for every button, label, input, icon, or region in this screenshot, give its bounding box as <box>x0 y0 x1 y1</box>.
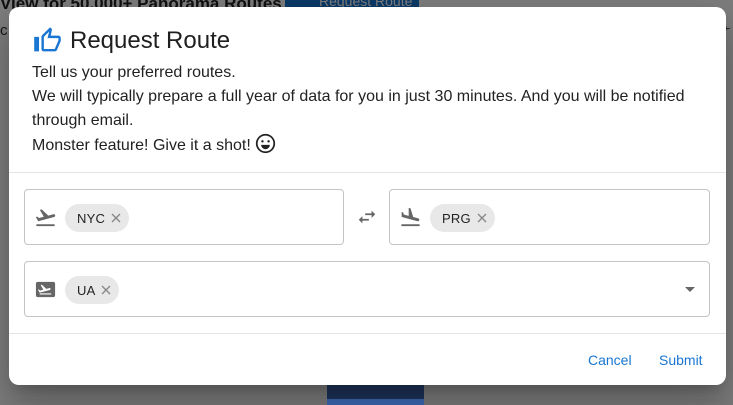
submit-button[interactable]: Submit <box>653 346 709 374</box>
dropdown-arrow-icon[interactable] <box>685 287 695 292</box>
dialog-title: Request Route <box>70 26 231 54</box>
airline-select-field[interactable]: UA <box>24 261 710 317</box>
footer-divider <box>9 333 726 334</box>
chip-remove-icon[interactable] <box>101 285 111 295</box>
request-route-dialog: Request Route Tell us your preferred rou… <box>9 7 726 385</box>
description-line-text: Monster feature! Give it a shot! <box>32 137 251 154</box>
origin-airport-field[interactable]: NYC <box>24 189 344 245</box>
header-divider <box>9 172 726 173</box>
origin-chip: NYC <box>65 204 130 232</box>
chip-remove-icon[interactable] <box>111 213 121 223</box>
destination-chip: PRG <box>430 204 495 232</box>
description-line: Monster feature! Give it a shot! <box>32 133 712 158</box>
chip-remove-icon[interactable] <box>477 213 487 223</box>
destination-airport-field[interactable]: PRG <box>389 189 710 245</box>
destination-chip-label: PRG <box>442 210 471 226</box>
dialog-header: Request Route Tell us your preferred rou… <box>9 7 726 172</box>
thumb-up-icon <box>34 27 61 52</box>
description-line: We will typically prepare a full year of… <box>32 88 685 129</box>
airline-chip: UA <box>65 276 120 304</box>
description-line: Tell us your preferred routes. <box>32 64 236 81</box>
airline-chip-label: UA <box>77 282 96 298</box>
smiley-face-icon <box>255 133 275 154</box>
flight-takeoff-icon <box>35 209 56 227</box>
swap-horizontal-icon[interactable] <box>356 206 378 228</box>
flight-landing-icon <box>401 207 420 227</box>
airline-ticket-icon <box>35 281 56 298</box>
dialog-description: Tell us your preferred routes. We will t… <box>32 61 712 158</box>
cancel-button[interactable]: Cancel <box>582 346 638 374</box>
origin-chip-label: NYC <box>77 210 106 226</box>
dialog-title-row: Request Route <box>33 26 230 55</box>
